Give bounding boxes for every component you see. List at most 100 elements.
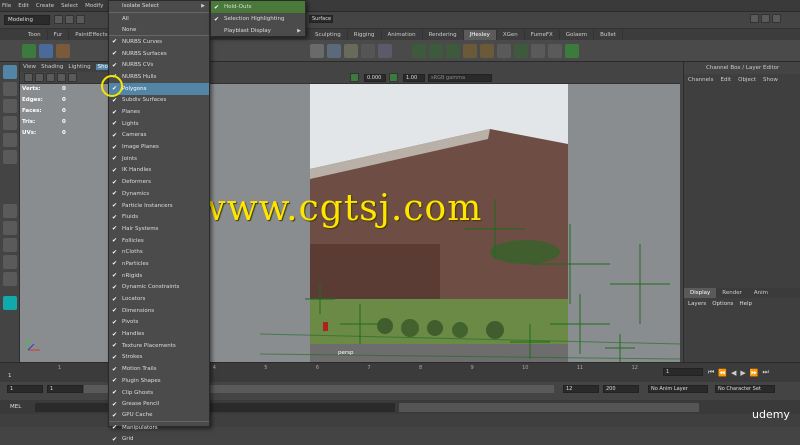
shelf-tab-bullet[interactable]: Bullet [594, 29, 623, 40]
gamma-field[interactable]: 1.00 [403, 73, 425, 82]
color-space-select[interactable]: sRGB gamma [428, 73, 492, 82]
menu-item-clip-ghosts[interactable]: ✔ Clip Ghosts [109, 387, 209, 399]
menu-item-plugin-shapes[interactable]: ✔ Plugin Shapes [109, 375, 209, 387]
current-frame-field[interactable]: 1 [663, 368, 703, 376]
save-scene-icon[interactable] [76, 15, 85, 24]
character-set-select[interactable]: No Character Set [715, 385, 775, 393]
shelf-plane-icon[interactable] [378, 43, 392, 58]
menu-item-nparticles[interactable]: ✔ nParticles [109, 258, 209, 270]
shelf-cp-icon[interactable] [56, 43, 70, 58]
menu-item-manipulators[interactable]: ✔ Manipulators [109, 422, 209, 434]
mode-select[interactable]: Modeling [4, 15, 50, 25]
menu-item-cameras[interactable]: ✔ Cameras [109, 130, 209, 142]
menu-item-ncloths[interactable]: ✔ nCloths [109, 246, 209, 258]
four-pane-icon[interactable] [3, 221, 17, 235]
menu-item-planes[interactable]: ✔ Planes [109, 106, 209, 118]
side-pane-icon[interactable] [3, 238, 17, 252]
menu-modify[interactable]: Modify [85, 3, 103, 9]
menu-item-particle-instancers[interactable]: ✔ Particle Instancers [109, 200, 209, 212]
shelf-tool2-icon[interactable] [531, 43, 545, 58]
exposure-icon[interactable] [350, 73, 359, 82]
shelf-script-icon[interactable] [463, 43, 477, 58]
shelf-tab-toon[interactable]: Toon [22, 29, 48, 40]
end-time-field[interactable]: 200 [603, 385, 639, 393]
outliner-layout-icon[interactable] [3, 272, 17, 286]
menu-item-hold-outs[interactable]: ✔ Hold-Outs [211, 1, 305, 13]
menu-item-gpu-cache[interactable]: ✔ GPU Cache [109, 410, 209, 422]
menu-item-strokes[interactable]: ✔ Strokes [109, 352, 209, 364]
menu-item-deformers[interactable]: ✔ Deformers [109, 176, 209, 188]
menu-select[interactable]: Select [61, 3, 78, 9]
menu-item-texture-placements[interactable]: ✔ Texture Placements [109, 340, 209, 352]
menu-item-nurbs-cvs[interactable]: ✔ NURBS CVs [109, 59, 209, 71]
play-back-icon[interactable]: ◀ [731, 369, 736, 377]
menu-item-grid[interactable]: ✔ Grid [109, 433, 209, 445]
layout-icon[interactable] [3, 255, 17, 269]
menu-item-nurbs-curves[interactable]: ✔ NURBS Curves [109, 36, 209, 48]
shelf-cylinder-icon[interactable] [344, 43, 358, 58]
single-pane-icon[interactable] [3, 204, 17, 218]
shelf-tool3-icon[interactable] [548, 43, 562, 58]
menu-item-follicles[interactable]: ✔ Follicles [109, 235, 209, 247]
shelf-tab-jhesley[interactable]: JHesley [463, 29, 497, 40]
viewport-menu-lighting[interactable]: Lighting [68, 64, 90, 70]
menu-item-fluids[interactable]: ✔ Fluids [109, 211, 209, 223]
shelf-sphere-icon[interactable] [310, 43, 324, 58]
render-view-icon[interactable] [761, 14, 770, 23]
menu-item-selection-highlighting[interactable]: ✔ Selection Highlighting [211, 13, 305, 25]
channel-box-menu-show[interactable]: Show [763, 77, 778, 83]
render-settings-icon[interactable] [750, 14, 759, 23]
new-scene-icon[interactable] [54, 15, 63, 24]
menu-item-subdiv-surfaces[interactable]: ✔ Subdiv Surfaces [109, 95, 209, 107]
layer-tab-render[interactable]: Render [716, 288, 748, 298]
select-tool-icon[interactable] [3, 65, 17, 79]
menu-item-motion-trails[interactable]: ✔ Motion Trails [109, 363, 209, 375]
menu-item-nurbs-hulls[interactable]: ✔ NURBS Hulls [109, 71, 209, 83]
menu-item-nrigids[interactable]: ✔ nRigids [109, 270, 209, 282]
shelf-tab-animation[interactable]: Animation [382, 29, 423, 40]
menu-item-pivots[interactable]: ✔ Pivots [109, 317, 209, 329]
channel-box-menu-channels[interactable]: Channels [688, 77, 713, 83]
shelf-rge-icon[interactable] [412, 43, 426, 58]
shelf-tt-icon[interactable] [39, 43, 53, 58]
viewport-menu-shading[interactable]: Shading [41, 64, 63, 70]
shelf-tab-sculpting[interactable]: Sculpting [309, 29, 348, 40]
menu-item-lights[interactable]: ✔ Lights [109, 118, 209, 130]
shelf-torus-icon[interactable] [361, 43, 375, 58]
2d-pan-icon[interactable] [68, 73, 77, 82]
layer-menu-help[interactable]: Help [739, 301, 752, 307]
shelf-tab-golaem[interactable]: Golaem [560, 29, 595, 40]
menu-item-dynamics[interactable]: ✔ Dynamics [109, 188, 209, 200]
shelf-tab-fur[interactable]: Fur [48, 29, 70, 40]
menu-item-image-planes[interactable]: ✔ Image Planes [109, 141, 209, 153]
menu-item-grease-pencil[interactable]: ✔ Grease Pencil [109, 398, 209, 410]
shelf-tab-rigging[interactable]: Rigging [348, 29, 382, 40]
shelf-cube-icon[interactable] [327, 43, 341, 58]
open-scene-icon[interactable] [65, 15, 74, 24]
rotate-tool-icon[interactable] [3, 133, 17, 147]
menu-item-locators[interactable]: ✔ Locators [109, 293, 209, 305]
menu-item-hair-systems[interactable]: ✔ Hair Systems [109, 223, 209, 235]
layer-tab-display[interactable]: Display [684, 288, 717, 298]
shelf-tool-icon[interactable] [497, 43, 511, 58]
gamma-toggle-icon[interactable] [389, 73, 398, 82]
bookmark-icon[interactable] [46, 73, 55, 82]
menu-item-all[interactable]: All [109, 13, 209, 25]
camera-attr-icon[interactable] [35, 73, 44, 82]
viewport-menu-view[interactable]: View [23, 64, 36, 70]
menu-item-playblast-display[interactable]: Playblast Display ▶ [211, 25, 305, 37]
play-forward-icon[interactable]: ▶ [740, 369, 745, 377]
menu-item-joints[interactable]: ✔ Joints [109, 153, 209, 165]
playback-end-field[interactable]: 12 [563, 385, 599, 393]
shelf-rv-icon[interactable] [565, 43, 579, 58]
menu-item-dimensions[interactable]: ✔ Dimensions [109, 305, 209, 317]
menu-edit[interactable]: Edit [18, 3, 29, 9]
shelf-script2-icon[interactable] [480, 43, 494, 58]
shelf-cbr-icon[interactable] [514, 43, 528, 58]
image-plane-icon[interactable] [57, 73, 66, 82]
menu-item-dynamic-constraints[interactable]: ✔ Dynamic Constraints [109, 282, 209, 294]
layer-tab-anim[interactable]: Anim [748, 288, 774, 298]
channel-box-menu-object[interactable]: Object [738, 77, 756, 83]
start-time-field[interactable]: 1 [7, 385, 43, 393]
shelf-hld-icon[interactable] [22, 43, 36, 58]
